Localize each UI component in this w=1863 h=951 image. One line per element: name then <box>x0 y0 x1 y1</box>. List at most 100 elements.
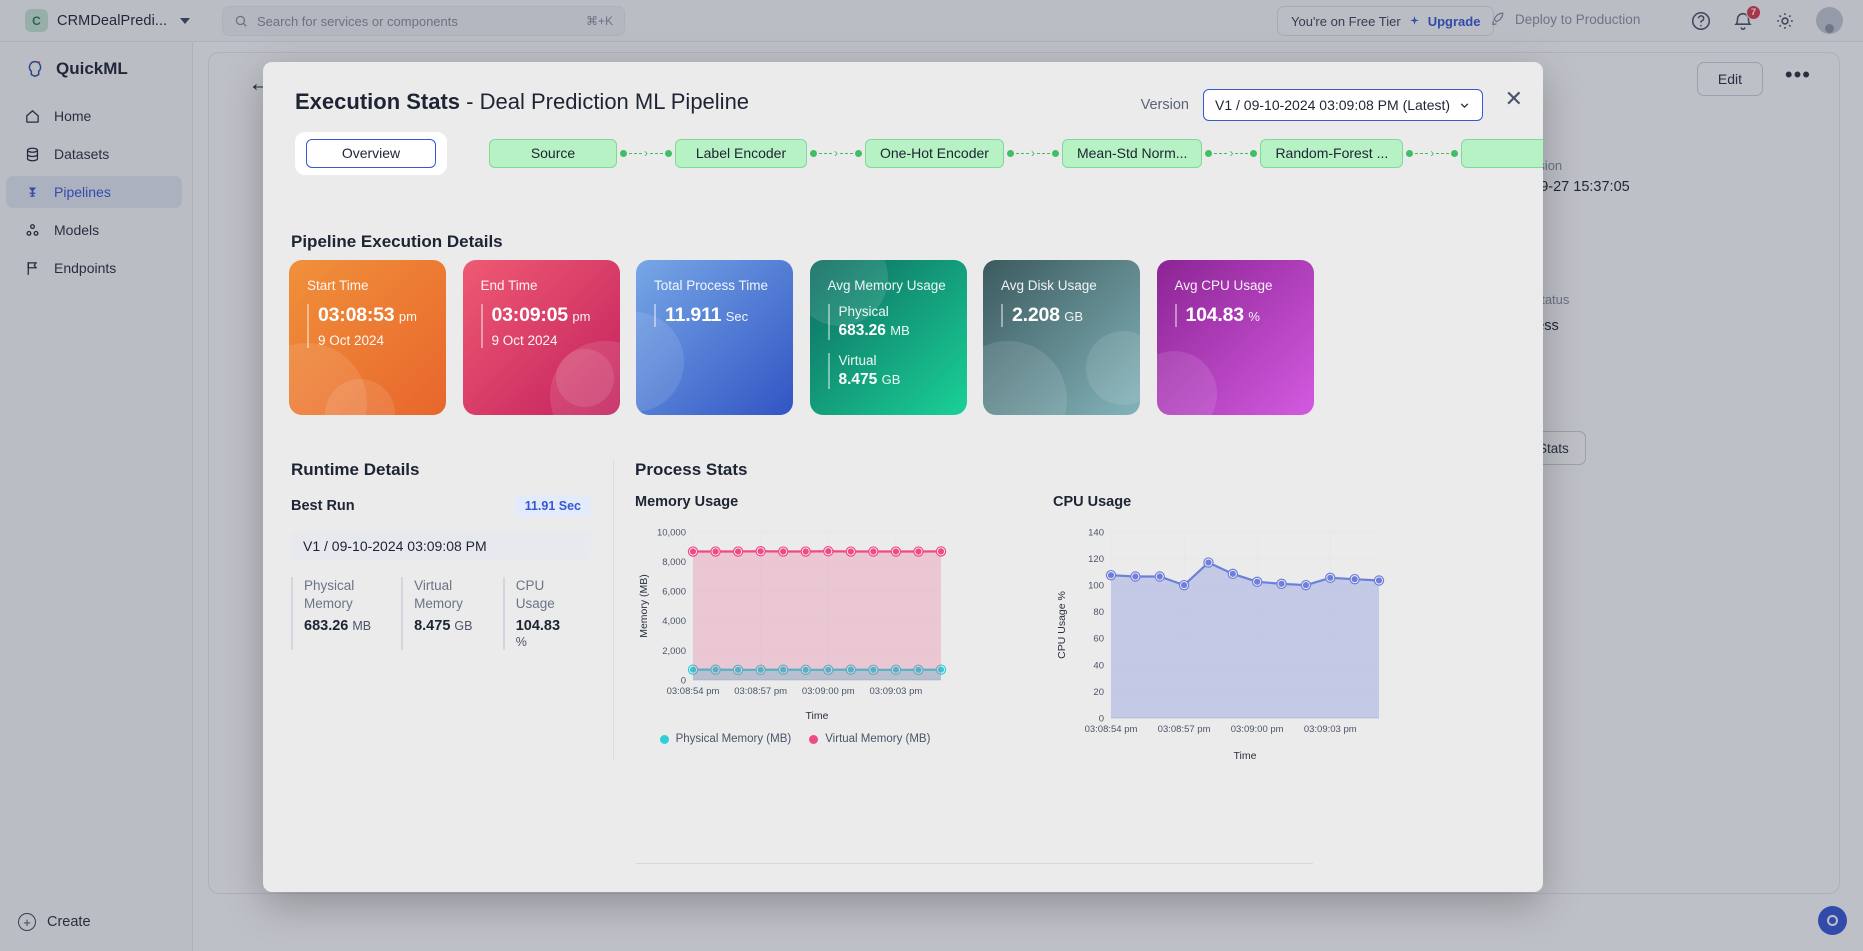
chevron-down-icon <box>1460 102 1469 108</box>
version-label: Version <box>1140 97 1189 113</box>
pipeline-step-overview[interactable]: Overview <box>306 138 436 168</box>
stat-card-metric: 11.911 Sec <box>654 304 793 327</box>
stat-card-value: 104.83 <box>1185 304 1245 326</box>
svg-text:03:08:57 pm: 03:08:57 pm <box>734 686 787 697</box>
svg-text:03:09:03 pm: 03:09:03 pm <box>869 686 922 697</box>
stat-card-label: Total Process Time <box>654 278 769 293</box>
stat-cards: Start Time 03:08:53 pm 9 Oct 2024 End Ti… <box>289 260 1314 415</box>
stat-card-start-time: Start Time 03:08:53 pm 9 Oct 2024 <box>289 260 446 415</box>
svg-text:10,000: 10,000 <box>657 527 686 538</box>
version-select-value: V1 / 09-10-2024 03:09:08 PM (Latest) <box>1215 97 1451 113</box>
cpu-usage-chart: 0 20 40 60 80 100 120 140 03:08:54 pm 03:08:57 pm… <box>1056 527 1385 762</box>
metric-unit: GB <box>454 619 473 634</box>
stat-card-metric: 2.208 GB <box>1001 304 1140 327</box>
pipeline-connector: › <box>1403 147 1461 159</box>
pipeline-step-mean-std-norm[interactable]: Mean-Std Norm... <box>1061 138 1203 168</box>
modal-title-rest: - Deal Prediction ML Pipeline <box>460 89 750 114</box>
stat-card-submetric: Virtual 8.475 GB <box>827 353 967 389</box>
memory-usage-chart: 0 2,000 4,000 6,000 8,000 10,000 03:08:54 pm 03… <box>638 527 947 722</box>
stat-card-unit: Sec <box>725 309 749 324</box>
pipeline-step-one-hot-encoder[interactable]: One-Hot Encoder <box>865 138 1004 168</box>
runtime-metric-physical-memory: Physical Memory 683.26 MB <box>291 577 375 651</box>
metric-name: Physical Memory <box>304 578 355 612</box>
svg-text:40: 40 <box>1093 660 1104 671</box>
svg-text:Memory (MB): Memory (MB) <box>638 574 650 638</box>
submetric-value: 683.26 MB <box>839 322 967 340</box>
metric-value: 683.26 MB <box>304 618 375 634</box>
stat-card-end-time: End Time 03:09:05 pm 9 Oct 2024 <box>462 260 620 415</box>
stat-card-label: Start Time <box>307 278 369 293</box>
submetric-number: 683.26 <box>838 322 886 339</box>
submetric-name: Physical <box>838 304 889 319</box>
version-select[interactable]: V1 / 09-10-2024 03:09:08 PM (Latest) <box>1203 89 1483 121</box>
svg-text:Time: Time <box>1234 750 1257 762</box>
legend-item-physical-memory: Physical Memory (MB) <box>659 733 792 745</box>
metric-unit: MB <box>352 619 372 634</box>
memory-chart-title: Memory Usage <box>635 494 739 510</box>
stat-card-label: End Time <box>480 278 538 293</box>
stat-card-sub: 9 Oct 2024 <box>318 333 385 348</box>
metric-value: 104.83 % <box>516 618 565 650</box>
version-selector-group: Version V1 / 09-10-2024 03:09:08 PM (Lat… <box>1141 89 1483 121</box>
svg-text:8,000: 8,000 <box>662 557 686 568</box>
legend-label: Virtual Memory (MB) <box>825 733 931 745</box>
svg-text:03:08:54 pm: 03:08:54 pm <box>1085 724 1138 735</box>
runtime-details-panel: Best Run 11.91 Sec V1 / 09-10-2024 03:09… <box>291 494 591 651</box>
svg-text:6,000: 6,000 <box>662 587 686 598</box>
legend-label: Physical Memory (MB) <box>675 733 792 745</box>
metric-number: 683.26 <box>304 618 349 635</box>
metric-number: 104.83 <box>515 618 561 635</box>
svg-text:100: 100 <box>1088 581 1104 592</box>
metric-number: 8.475 <box>414 618 451 635</box>
metric-name: CPU Usage <box>515 578 555 612</box>
svg-text:20: 20 <box>1093 687 1104 698</box>
pipeline-connector: › <box>807 147 865 159</box>
pipeline-step-label-encoder[interactable]: Label Encoder <box>675 138 807 168</box>
svg-text:0: 0 <box>681 675 686 686</box>
app-root: C CRMDealPredi... Search for services or… <box>0 0 1863 951</box>
svg-text:03:08:54 pm: 03:08:54 pm <box>667 686 720 697</box>
stat-card-value: 03:08:53 <box>318 304 395 326</box>
stat-card-unit: pm <box>572 309 591 324</box>
svg-text:4,000: 4,000 <box>662 616 686 627</box>
svg-text:60: 60 <box>1093 634 1104 645</box>
best-run-row: Best Run 11.91 Sec <box>291 494 591 518</box>
svg-text:CPU Usage %: CPU Usage % <box>1056 591 1068 659</box>
pipeline-step-random-forest[interactable]: Random-Forest ... <box>1260 138 1404 168</box>
modal-title-bold: Execution Stats <box>295 89 461 114</box>
submetric-value: 8.475 GB <box>839 371 967 389</box>
close-button[interactable]: ✕ <box>1505 88 1523 110</box>
pipeline-connector: › <box>1202 147 1260 159</box>
pipeline-stage-strip[interactable]: Overview Source › Label Encoder › One-Ho… <box>283 126 1543 180</box>
cpu-chart-title: CPU Usage <box>1053 494 1132 510</box>
stat-card-value: 03:09:05 <box>491 304 569 326</box>
metric-name: Virtual Memory <box>414 578 463 612</box>
pipeline-step-next[interactable] <box>1461 138 1543 168</box>
stat-card-sub: 9 Oct 2024 <box>491 333 558 348</box>
svg-text:2,000: 2,000 <box>662 646 686 657</box>
svg-text:120: 120 <box>1088 554 1104 565</box>
stat-card-metric: 104.83 % <box>1174 304 1314 327</box>
submetric-number: 8.475 <box>838 371 878 388</box>
best-run-version-row[interactable]: V1 / 09-10-2024 03:09:08 PM <box>291 532 591 560</box>
pipeline-execution-details-title: Pipeline Execution Details <box>291 232 503 251</box>
stat-card-unit: % <box>1248 309 1260 324</box>
stat-card-avg-memory-usage: Avg Memory Usage Physical 683.26 MB Virt… <box>809 260 967 415</box>
pipeline-connector: › <box>617 147 675 159</box>
stat-card-metric: 03:09:05 pm 9 Oct 2024 <box>480 304 620 348</box>
pipeline-step-source[interactable]: Source <box>489 138 617 168</box>
memory-chart-legend: Physical Memory (MB) Virtual Memory (MB) <box>635 733 955 745</box>
modal-footer-divider <box>636 863 1313 864</box>
svg-text:03:08:57 pm: 03:08:57 pm <box>1158 724 1211 735</box>
cpu-usage-chart-block: CPU Usage 0 20 40 60 80 100 120 140 03:08:54 pm 0… <box>1053 494 1393 767</box>
modal-title: Execution Stats - Deal Prediction ML Pip… <box>295 89 749 115</box>
submetric-unit: MB <box>890 323 910 338</box>
svg-text:Time: Time <box>806 710 829 722</box>
runtime-metric-virtual-memory: Virtual Memory 8.475 GB <box>401 577 477 651</box>
stat-card-value: 11.911 <box>665 304 722 326</box>
submetric-name: Virtual <box>838 353 877 368</box>
stat-card-metric: 03:08:53 pm 9 Oct 2024 <box>307 304 446 348</box>
best-run-label: Best Run <box>291 498 355 514</box>
legend-color-dot <box>809 734 819 744</box>
stat-card-label: Avg Memory Usage <box>827 278 946 293</box>
